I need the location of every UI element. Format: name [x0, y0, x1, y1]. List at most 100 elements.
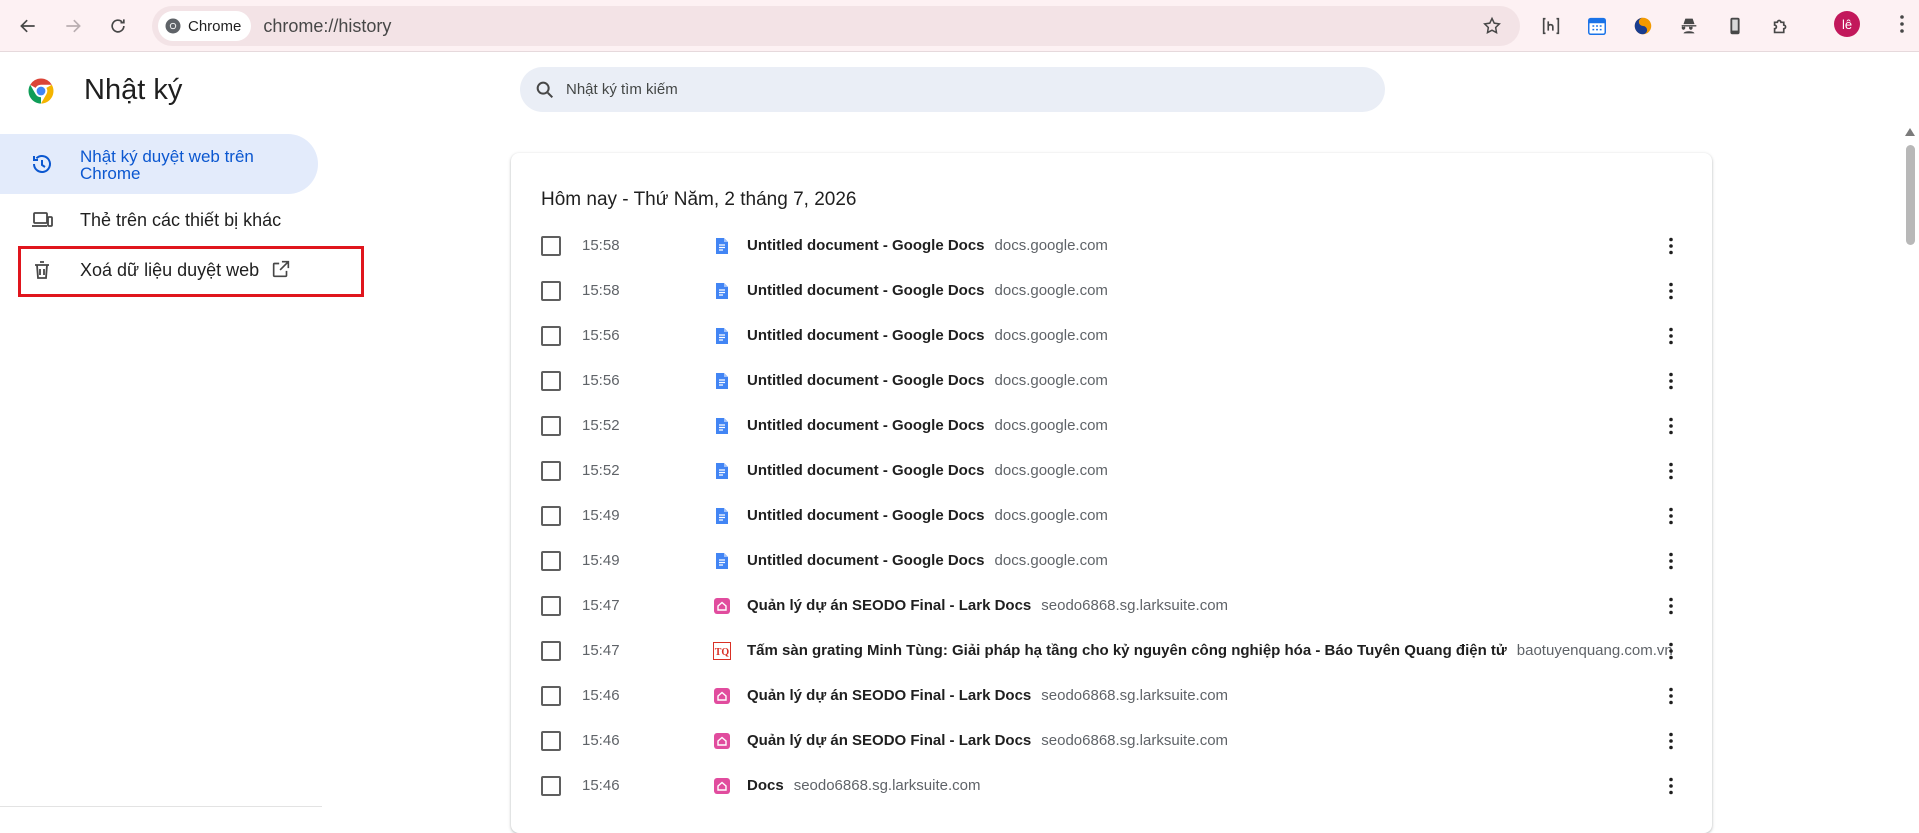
row-entry[interactable]: Untitled document - Google Docs docs.goog… [747, 552, 1108, 569]
row-title[interactable]: Untitled document - Google Docs [747, 507, 985, 524]
spy-icon[interactable] [1673, 10, 1705, 42]
row-checkbox[interactable] [541, 325, 561, 346]
chip-label: Chrome [188, 17, 242, 35]
more-vert-icon[interactable] [1659, 594, 1683, 618]
row-title[interactable]: Docs [747, 777, 784, 794]
row-title[interactable]: Untitled document - Google Docs [747, 372, 985, 389]
page-title: Nhật ký [84, 74, 183, 106]
row-time: 15:47 [582, 642, 620, 659]
scroll-up-arrow-icon[interactable] [1904, 127, 1916, 137]
more-vert-icon[interactable] [1659, 684, 1683, 708]
phone-icon[interactable] [1719, 10, 1751, 42]
row-checkbox[interactable] [541, 505, 561, 526]
star-icon[interactable] [1482, 16, 1502, 36]
row-entry[interactable]: Quản lý dự án SEODO Final - Lark Docs seo… [747, 597, 1228, 614]
url-text[interactable]: chrome://history [263, 16, 391, 37]
history-row[interactable]: 15:56 Untitled document - Google Docs docs… [511, 313, 1712, 358]
back-button[interactable] [10, 8, 46, 44]
history-row[interactable]: 15:46 Docs seodo6868.sg.larksuite.com [511, 763, 1712, 808]
row-title[interactable]: Untitled document - Google Docs [747, 417, 985, 434]
row-title[interactable]: Untitled document - Google Docs [747, 327, 985, 344]
history-search[interactable] [520, 67, 1385, 112]
history-row[interactable]: 15:56 Untitled document - Google Docs docs… [511, 358, 1712, 403]
google-docs-icon [713, 507, 731, 525]
history-row[interactable]: 15:52 Untitled document - Google Docs docs… [511, 403, 1712, 448]
row-entry[interactable]: Quản lý dự án SEODO Final - Lark Docs seo… [747, 687, 1228, 704]
row-domain: docs.google.com [994, 372, 1108, 389]
more-vert-icon[interactable] [1659, 324, 1683, 348]
row-entry[interactable]: Untitled document - Google Docs docs.goog… [747, 372, 1108, 389]
row-title[interactable]: Quản lý dự án SEODO Final - Lark Docs [747, 687, 1031, 704]
sidebar-item-other-devices[interactable]: Thẻ trên các thiết bị khác [0, 206, 318, 234]
google-docs-icon [713, 462, 731, 480]
row-checkbox[interactable] [541, 640, 561, 661]
history-row[interactable]: 15:47 TQ Tấm sàn grating Minh Tùng: Giải p… [511, 628, 1712, 673]
row-title[interactable]: Quản lý dự án SEODO Final - Lark Docs [747, 597, 1031, 614]
site-info-chip[interactable]: Chrome [158, 11, 252, 41]
search-input[interactable] [566, 81, 1346, 98]
row-title[interactable]: Quản lý dự án SEODO Final - Lark Docs [747, 732, 1031, 749]
history-row[interactable]: 15:46 Quản lý dự án SEODO Final - Lark Do… [511, 673, 1712, 718]
row-checkbox[interactable] [541, 370, 561, 391]
row-title[interactable]: Untitled document - Google Docs [747, 552, 985, 569]
row-time: 15:46 [582, 687, 620, 704]
h-bracket-icon[interactable] [1535, 10, 1567, 42]
avatar[interactable]: lê [1834, 11, 1860, 37]
more-vert-icon[interactable] [1659, 414, 1683, 438]
yin-yang-icon[interactable] [1627, 10, 1659, 42]
history-row[interactable]: 15:46 Quản lý dự án SEODO Final - Lark Do… [511, 718, 1712, 763]
sidebar-item-chrome-history[interactable]: Nhật ký duyệt web trên Chrome [0, 134, 318, 194]
row-entry[interactable]: Quản lý dự án SEODO Final - Lark Docs seo… [747, 732, 1228, 749]
history-row[interactable]: 15:49 Untitled document - Google Docs docs… [511, 538, 1712, 583]
history-row[interactable]: 15:58 Untitled document - Google Docs docs… [511, 223, 1712, 268]
puzzle-icon[interactable] [1765, 10, 1797, 42]
history-row[interactable]: 15:49 Untitled document - Google Docs docs… [511, 493, 1712, 538]
google-docs-icon [713, 282, 731, 300]
omnibox[interactable]: Chrome chrome://history [152, 6, 1520, 46]
more-vert-icon[interactable] [1659, 369, 1683, 393]
row-entry[interactable]: Untitled document - Google Docs docs.goog… [747, 462, 1108, 479]
history-icon [33, 155, 51, 173]
forward-button[interactable] [55, 8, 91, 44]
history-row[interactable]: 15:58 Untitled document - Google Docs docs… [511, 268, 1712, 313]
chrome-logo-icon [28, 78, 54, 104]
row-checkbox[interactable] [541, 595, 561, 616]
row-title[interactable]: Untitled document - Google Docs [747, 282, 985, 299]
row-title[interactable]: Tấm sàn grating Minh Tùng: Giải pháp hạ … [747, 642, 1507, 659]
row-checkbox[interactable] [541, 280, 561, 301]
more-vert-icon[interactable] [1659, 639, 1683, 663]
more-vert-icon[interactable] [1890, 12, 1914, 36]
row-entry[interactable]: Untitled document - Google Docs docs.goog… [747, 327, 1108, 344]
more-vert-icon[interactable] [1659, 234, 1683, 258]
row-checkbox[interactable] [541, 730, 561, 751]
calendar-icon[interactable] [1581, 10, 1613, 42]
row-title[interactable]: Untitled document - Google Docs [747, 237, 985, 254]
row-checkbox[interactable] [541, 550, 561, 571]
row-domain: docs.google.com [994, 282, 1108, 299]
more-vert-icon[interactable] [1659, 279, 1683, 303]
reload-button[interactable] [100, 8, 136, 44]
row-entry[interactable]: Untitled document - Google Docs docs.goog… [747, 417, 1108, 434]
more-vert-icon[interactable] [1659, 549, 1683, 573]
row-entry[interactable]: Tấm sàn grating Minh Tùng: Giải pháp hạ … [747, 642, 1673, 659]
row-entry[interactable]: Docs seodo6868.sg.larksuite.com [747, 777, 980, 794]
google-docs-icon [713, 372, 731, 390]
row-entry[interactable]: Untitled document - Google Docs docs.goog… [747, 507, 1108, 524]
scrollbar-thumb[interactable] [1906, 145, 1915, 245]
more-vert-icon[interactable] [1659, 504, 1683, 528]
row-entry[interactable]: Untitled document - Google Docs docs.goog… [747, 282, 1108, 299]
row-checkbox[interactable] [541, 460, 561, 481]
row-entry[interactable]: Untitled document - Google Docs docs.goog… [747, 237, 1108, 254]
search-icon [536, 81, 554, 98]
row-checkbox[interactable] [541, 685, 561, 706]
row-title[interactable]: Untitled document - Google Docs [747, 462, 985, 479]
more-vert-icon[interactable] [1659, 774, 1683, 798]
row-checkbox[interactable] [541, 775, 561, 796]
more-vert-icon[interactable] [1659, 729, 1683, 753]
history-row[interactable]: 15:52 Untitled document - Google Docs docs… [511, 448, 1712, 493]
row-checkbox[interactable] [541, 235, 561, 256]
tq-news-icon: TQ [713, 641, 731, 660]
more-vert-icon[interactable] [1659, 459, 1683, 483]
history-row[interactable]: 15:47 Quản lý dự án SEODO Final - Lark Do… [511, 583, 1712, 628]
row-checkbox[interactable] [541, 415, 561, 436]
